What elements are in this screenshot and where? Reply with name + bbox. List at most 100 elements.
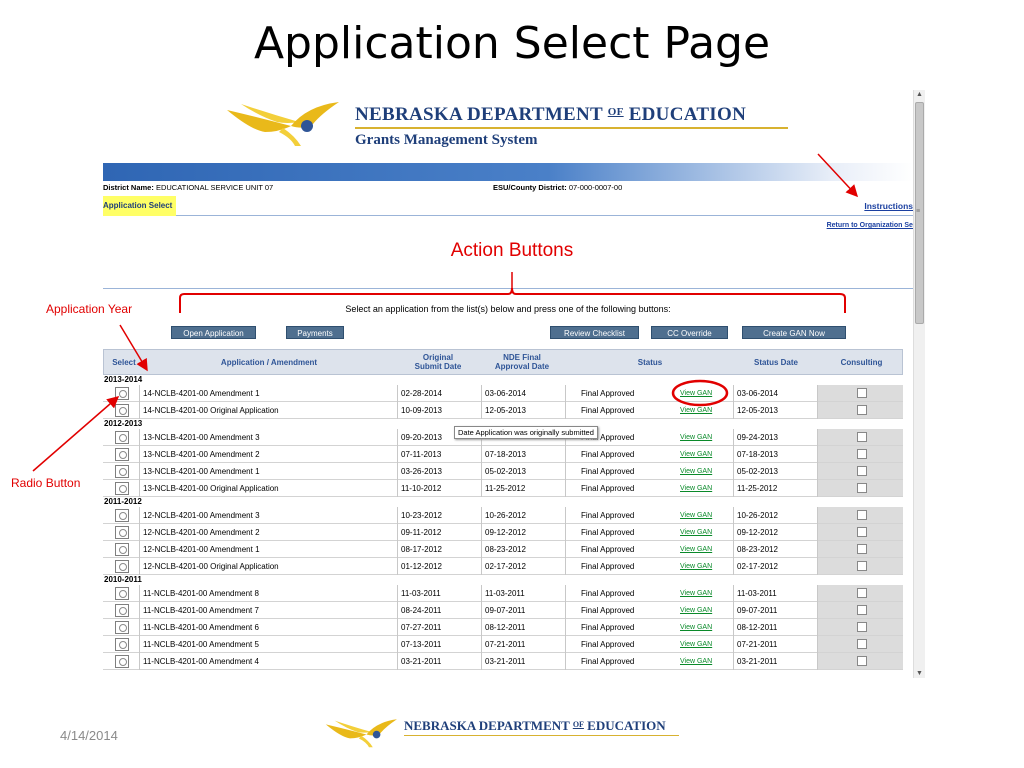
consulting-checkbox[interactable]: [857, 449, 867, 459]
view-gan-link[interactable]: View GAN: [680, 636, 712, 653]
return-org-select-link[interactable]: Return to Organization Select: [827, 222, 925, 229]
review-checklist-button[interactable]: Review Checklist: [550, 326, 639, 339]
create-gan-button[interactable]: Create GAN Now: [742, 326, 846, 339]
instructions-link[interactable]: Instructions: [864, 196, 913, 216]
cell-status-date: 11-03-2011: [737, 589, 777, 598]
cell-divider: [733, 558, 734, 575]
consulting-checkbox[interactable]: [857, 527, 867, 537]
cell-divider: [397, 653, 398, 670]
site-banner: NEBRASKA DEPARTMENT OF EDUCATION Grants …: [103, 90, 913, 162]
row-radio-button[interactable]: [115, 621, 129, 634]
row-radio-button[interactable]: [115, 509, 129, 522]
cell-divider: [733, 524, 734, 541]
cell-app: 11-NCLB-4201-00 Amendment 4: [143, 657, 259, 666]
row-radio-button[interactable]: [115, 560, 129, 573]
consulting-checkbox[interactable]: [857, 432, 867, 442]
view-gan-link[interactable]: View GAN: [680, 558, 712, 575]
consulting-checkbox[interactable]: [857, 656, 867, 666]
row-radio-button[interactable]: [115, 448, 129, 461]
scroll-up-icon[interactable]: ▲: [916, 91, 923, 98]
consulting-checkbox[interactable]: [857, 388, 867, 398]
table-body: 2013-2014 14-NCLB-4201-00 Amendment 1 02-2…: [103, 375, 903, 670]
cell-divider: [733, 507, 734, 524]
row-radio-button[interactable]: [115, 387, 129, 400]
row-radio-button[interactable]: [115, 431, 129, 444]
row-radio-button[interactable]: [115, 543, 129, 556]
cell-status-date: 09-12-2012: [737, 528, 778, 537]
row-radio-button[interactable]: [115, 655, 129, 668]
view-gan-link[interactable]: View GAN: [680, 480, 712, 497]
view-gan-link[interactable]: View GAN: [680, 653, 712, 670]
cell-submit: 09-11-2012: [401, 528, 442, 537]
row-radio-button[interactable]: [115, 526, 129, 539]
cell-divider: [139, 385, 140, 402]
consulting-checkbox[interactable]: [857, 622, 867, 632]
consulting-checkbox[interactable]: [857, 510, 867, 520]
consulting-checkbox[interactable]: [857, 544, 867, 554]
row-radio-button[interactable]: [115, 638, 129, 651]
gold-rule: [355, 127, 788, 129]
view-gan-link[interactable]: View GAN: [680, 429, 712, 446]
cell-divider: [565, 385, 566, 402]
cell-divider: [397, 385, 398, 402]
view-gan-link[interactable]: View GAN: [680, 507, 712, 524]
cell-divider: [733, 585, 734, 602]
view-gan-link[interactable]: View GAN: [680, 541, 712, 558]
table-row: 14-NCLB-4201-00 Original Application 10-0…: [103, 402, 903, 419]
cell-approval: 03-06-2014: [485, 389, 526, 398]
row-radio-button[interactable]: [115, 604, 129, 617]
cell-status-date: 07-21-2011: [737, 640, 778, 649]
view-gan-link[interactable]: View GAN: [680, 602, 712, 619]
cell-divider: [139, 429, 140, 446]
cell-app: 13-NCLB-4201-00 Amendment 2: [143, 450, 260, 459]
consulting-checkbox[interactable]: [857, 483, 867, 493]
cell-status-date: 05-02-2013: [737, 467, 778, 476]
cell-divider: [733, 619, 734, 636]
separator: [103, 288, 913, 289]
cell-approval: 12-05-2013: [485, 406, 526, 415]
view-gan-link[interactable]: View GAN: [680, 619, 712, 636]
annotation-action-buttons: Action Buttons: [450, 240, 574, 261]
scroll-down-icon[interactable]: ▼: [916, 670, 923, 677]
cell-submit: 11-10-2012: [401, 484, 442, 493]
cell-divider: [565, 602, 566, 619]
cell-approval: 10-26-2012: [485, 511, 526, 520]
row-radio-button[interactable]: [115, 482, 129, 495]
cell-divider: [397, 429, 398, 446]
cell-approval: 08-12-2011: [485, 623, 526, 632]
view-gan-link[interactable]: View GAN: [680, 446, 712, 463]
consulting-checkbox[interactable]: [857, 561, 867, 571]
consulting-checkbox[interactable]: [857, 405, 867, 415]
row-radio-button[interactable]: [115, 465, 129, 478]
cell-status-date: 11-25-2012: [737, 484, 778, 493]
cell-status-date: 10-26-2012: [737, 511, 778, 520]
esu-value: 07-000-0007-00: [568, 183, 623, 192]
cell-divider: [139, 402, 140, 419]
view-gan-link[interactable]: View GAN: [680, 463, 712, 480]
nde-name: NEBRASKA DEPARTMENT: [355, 104, 603, 125]
cell-status: Final Approved: [581, 545, 635, 554]
cell-submit: 08-17-2012: [401, 545, 442, 554]
footer-nde-name: NEBRASKA DEPARTMENT: [404, 718, 570, 733]
view-gan-link[interactable]: View GAN: [680, 385, 712, 402]
view-gan-link[interactable]: View GAN: [680, 585, 712, 602]
open-application-button[interactable]: Open Application: [171, 326, 256, 339]
vertical-scrollbar[interactable]: ▲ ≡ ▼: [913, 90, 925, 678]
cell-divider: [565, 653, 566, 670]
view-gan-link[interactable]: View GAN: [680, 402, 712, 419]
consulting-checkbox[interactable]: [857, 605, 867, 615]
consulting-checkbox[interactable]: [857, 639, 867, 649]
view-gan-link[interactable]: View GAN: [680, 524, 712, 541]
cell-divider: [397, 636, 398, 653]
cell-status: Final Approved: [581, 389, 635, 398]
table-header: Select Application / Amendment Original …: [103, 349, 903, 375]
cell-status: Final Approved: [581, 406, 635, 415]
cc-override-button[interactable]: CC Override: [651, 326, 728, 339]
consulting-checkbox[interactable]: [857, 466, 867, 476]
row-radio-button[interactable]: [115, 587, 129, 600]
row-radio-button[interactable]: [115, 404, 129, 417]
cell-app: 13-NCLB-4201-00 Amendment 1: [143, 467, 260, 476]
col-submit-line1: Original: [422, 353, 454, 362]
payments-button[interactable]: Payments: [286, 326, 344, 339]
consulting-checkbox[interactable]: [857, 588, 867, 598]
